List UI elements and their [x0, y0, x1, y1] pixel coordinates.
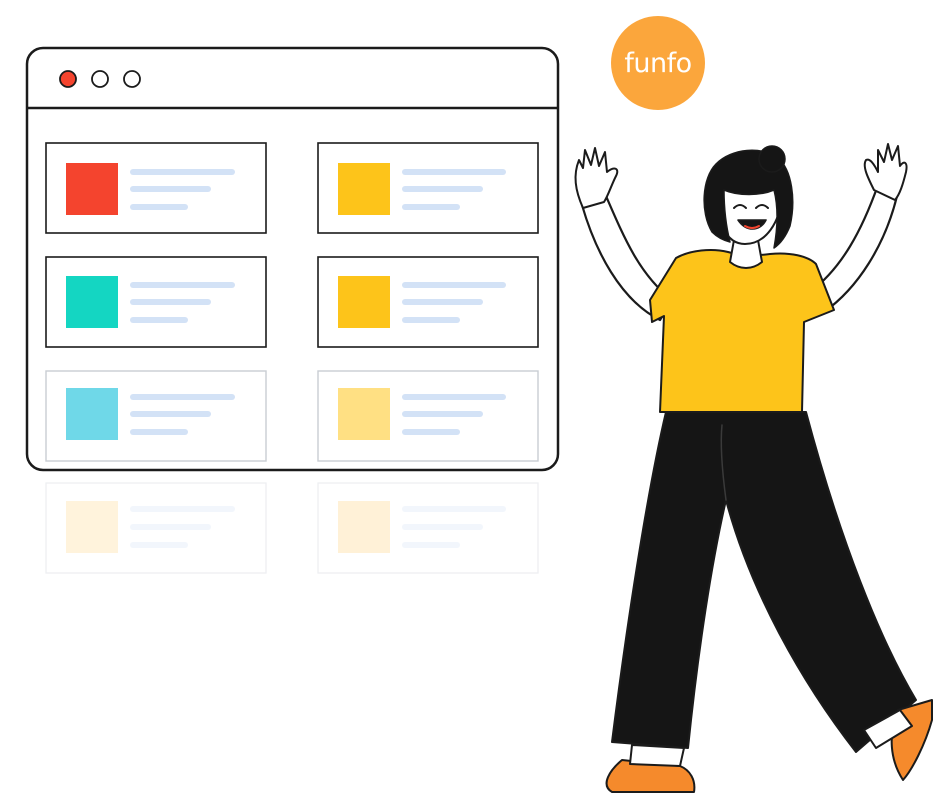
- card-thumbnail: [338, 276, 390, 328]
- card-4[interactable]: [317, 256, 539, 348]
- left-ankle: [629, 744, 685, 767]
- card-2[interactable]: [317, 142, 539, 234]
- card-5[interactable]: [45, 370, 267, 462]
- left-hand: [574, 147, 619, 209]
- card-thumbnail: [66, 388, 118, 440]
- card-thumbnail: [338, 163, 390, 215]
- pants: [611, 411, 917, 753]
- card-6[interactable]: [317, 370, 539, 462]
- funfo-logo-icon[interactable]: funfo: [611, 16, 705, 110]
- hair-bun: [758, 145, 786, 173]
- card-thumbnail: [338, 388, 390, 440]
- card-3[interactable]: [45, 256, 267, 348]
- card-8-faded: [317, 482, 539, 574]
- brand-logo-text: funfo: [624, 48, 691, 79]
- card-thumbnail: [338, 501, 390, 553]
- card-7-faded: [45, 482, 267, 574]
- happy-woman-illustration: [574, 143, 933, 793]
- card-1[interactable]: [45, 142, 267, 234]
- window-close-dot-icon[interactable]: [59, 70, 77, 88]
- card-thumbnail: [66, 163, 118, 215]
- card-thumbnail: [66, 501, 118, 553]
- shirt: [649, 249, 835, 413]
- illustration-scene: funfo: [25, 16, 933, 793]
- right-hand: [863, 143, 908, 201]
- card-thumbnail: [66, 276, 118, 328]
